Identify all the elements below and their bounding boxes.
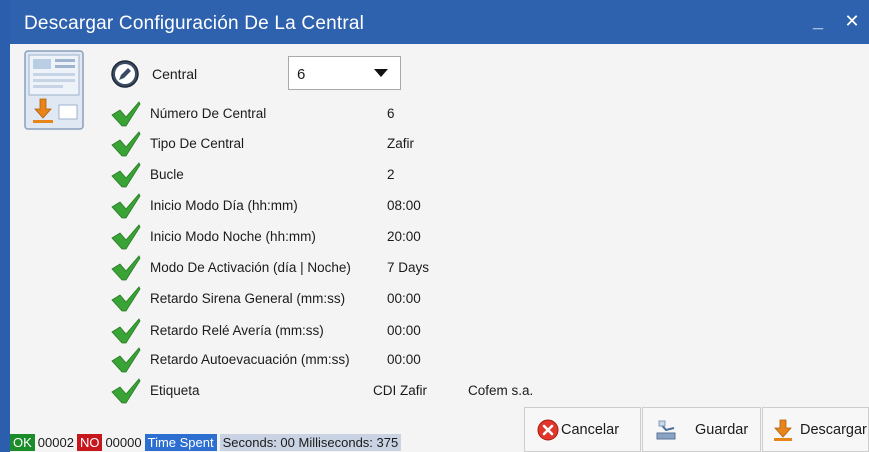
field-row-bucle: Bucle 2: [110, 160, 670, 190]
field-value: 7 Days: [387, 260, 430, 275]
central-label: Central: [152, 66, 198, 82]
check-icon: [111, 378, 141, 404]
action-buttons: Cancelar Guardar Descargar: [514, 407, 869, 452]
check-icon: [111, 318, 141, 344]
field-label: Retardo Sirena General (mm:ss): [150, 291, 346, 306]
check-icon: [111, 255, 141, 281]
cancel-icon: [537, 419, 559, 441]
no-count: 00000: [105, 435, 142, 450]
field-value: 20:00: [387, 229, 421, 244]
field-label: Modo De Activación (día | Noche): [150, 260, 351, 275]
field-value: CDI Zafir: [373, 383, 427, 398]
field-value: 00:00: [387, 291, 421, 306]
chevron-down-icon[interactable]: [374, 69, 388, 77]
field-label: Bucle: [150, 167, 184, 182]
field-label: Inicio Modo Día (hh:mm): [150, 198, 298, 213]
save-icon: [656, 420, 676, 440]
ok-badge: OK: [10, 434, 35, 451]
field-value: 00:00: [387, 323, 421, 338]
field-label: Tipo De Central: [150, 136, 245, 151]
field-value: 08:00: [387, 198, 421, 213]
save-button[interactable]: Guardar: [642, 407, 761, 452]
field-row-tipo-central: Tipo De Central Zafir: [110, 129, 670, 159]
field-row-etiqueta: Etiqueta CDI Zafir Cofem s.a.: [110, 376, 670, 406]
check-icon: [111, 347, 141, 373]
check-icon: [111, 286, 141, 312]
field-row-inicio-dia: Inicio Modo Día (hh:mm) 08:00: [110, 191, 670, 221]
download-button[interactable]: Descargar: [762, 407, 869, 452]
close-button[interactable]: ✕: [841, 10, 863, 32]
check-icon: [111, 131, 141, 157]
field-value: 00:00: [387, 352, 421, 367]
status-bar: OK 00002 NO 00000 Time Spent Seconds: 00…: [10, 433, 402, 452]
field-value: 2: [387, 167, 395, 182]
field-label: Inicio Modo Noche (hh:mm): [150, 229, 316, 244]
field-value-secondary: Cofem s.a.: [468, 383, 534, 398]
check-icon: [111, 193, 141, 219]
window-title: Descargar Configuración De La Central: [24, 13, 365, 34]
fire-panel-download-icon: [24, 50, 84, 130]
field-value: Zafir: [387, 136, 414, 151]
dialog-content: Central 6 Número De Central 6 Tipo De Ce…: [10, 44, 869, 452]
check-icon: [111, 162, 141, 188]
field-row-inicio-noche: Inicio Modo Noche (hh:mm) 20:00: [110, 222, 670, 252]
field-row-numero-central: Número De Central 6: [110, 99, 670, 129]
field-row-retardo-sirena: Retardo Sirena General (mm:ss) 00:00: [110, 284, 670, 314]
field-label: Etiqueta: [150, 383, 200, 398]
edit-pencil-icon: [111, 60, 139, 88]
field-label: Retardo Autoevacuación (mm:ss): [150, 352, 350, 367]
field-label: Número De Central: [150, 106, 267, 121]
time-spent-badge: Time Spent: [144, 434, 217, 451]
title-bar[interactable]: Descargar Configuración De La Central _ …: [10, 0, 869, 44]
cancel-button[interactable]: Cancelar: [524, 407, 641, 452]
central-dropdown[interactable]: 6: [288, 56, 401, 90]
field-row-retardo-autoevacuacion: Retardo Autoevacuación (mm:ss) 00:00: [110, 345, 670, 375]
timing-text: Seconds: 00 Milliseconds: 375: [219, 434, 402, 451]
minimize-button[interactable]: _: [807, 10, 829, 32]
cancel-label: Cancelar: [561, 422, 620, 438]
central-selected-value: 6: [297, 66, 306, 83]
central-selector-row: Central 6: [110, 56, 430, 90]
check-icon: [111, 224, 141, 250]
no-badge: NO: [76, 434, 103, 451]
ok-count: 00002: [37, 435, 74, 450]
download-config-window: Descargar Configuración De La Central _ …: [0, 0, 869, 452]
field-row-modo-activacion: Modo De Activación (día | Noche) 7 Days: [110, 253, 670, 283]
field-label: Retardo Relé Avería (mm:ss): [150, 323, 324, 338]
field-value: 6: [387, 106, 395, 121]
save-label: Guardar: [695, 422, 749, 438]
check-icon: [111, 101, 141, 127]
download-icon: [774, 419, 792, 441]
download-label: Descargar: [800, 422, 867, 438]
field-row-retardo-rele: Retardo Relé Avería (mm:ss) 00:00: [110, 316, 670, 346]
